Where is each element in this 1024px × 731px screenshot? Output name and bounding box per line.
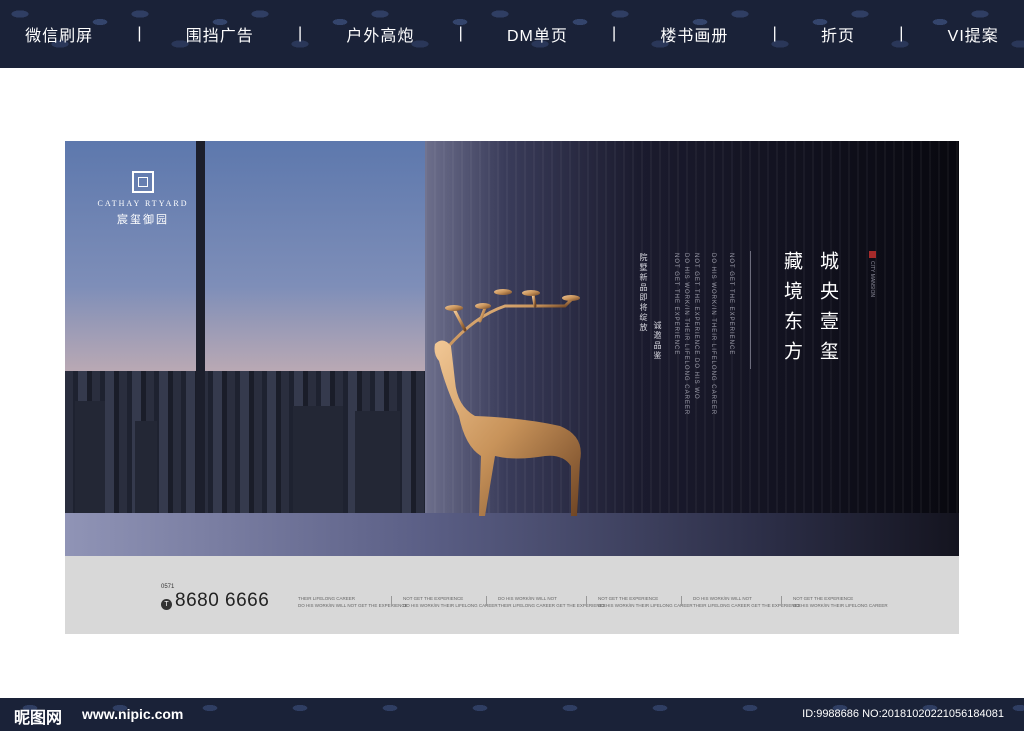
footer-divider bbox=[781, 596, 782, 606]
slogan-hidden-orient: 藏境东方 bbox=[781, 251, 803, 371]
vertical-copy-invitation: 诚邀品鉴 bbox=[653, 321, 662, 361]
footer-divider bbox=[486, 596, 487, 606]
site-brand[interactable]: 昵图网 bbox=[14, 704, 62, 728]
nav-item-brochure[interactable]: 楼书画册 bbox=[654, 22, 734, 46]
area-code: 0571 bbox=[161, 584, 175, 590]
slogan-city-center: 城央壹玺 bbox=[817, 251, 839, 371]
red-seal-icon bbox=[869, 251, 876, 258]
footer-slogan: NOT GET THE EXPERIENCE DO HIS WORK/IN THE… bbox=[403, 596, 498, 608]
nav-item-fold-page[interactable]: 折页 bbox=[815, 22, 861, 46]
nav-item-vi-proposal[interactable]: VI提案 bbox=[942, 22, 1005, 46]
nav-separator: | bbox=[297, 25, 303, 42]
footer-divider bbox=[391, 596, 392, 606]
window-frame bbox=[196, 141, 205, 556]
golden-deer-sculpture-icon bbox=[434, 289, 581, 516]
nav-separator: | bbox=[772, 25, 777, 42]
nav-separator: | bbox=[899, 25, 904, 42]
nav-separator: | bbox=[458, 25, 463, 42]
vertical-copy-new-villa: 院墅新品即将绽放 bbox=[639, 253, 648, 333]
vertical-english-copy: NOT GET THE EXPERIENCE bbox=[728, 253, 734, 356]
seal-caption: CITY MANSION bbox=[869, 261, 875, 298]
footer-divider bbox=[586, 596, 587, 606]
logo-chinese-name: 宸玺御园 bbox=[117, 213, 169, 226]
footer-slogan: NOT GET THE EXPERIENCE DO HIS WORK/IN THE… bbox=[598, 596, 693, 608]
nav-separator: | bbox=[137, 25, 142, 42]
phone-block: 0571 T 8680 6666 bbox=[161, 584, 269, 612]
contact-strip: 0571 T 8680 6666 THEIR LIFELONG CAREER DO… bbox=[65, 556, 959, 634]
vertical-english-copy: NOT GET THE EXPERIENCE DO HIS WO bbox=[693, 253, 699, 400]
logo-mark-icon bbox=[132, 171, 154, 193]
nav-separator: | bbox=[612, 25, 617, 42]
footer-slogan: DO HIS WORK/IN WILL NOT THEIR LIFELONG CA… bbox=[693, 596, 801, 608]
category-nav: 微信刷屏 | 围挡广告 | 户外高炮 | DM单页 | 楼书画册 | 折页 | … bbox=[0, 0, 1024, 68]
nav-item-outdoor-billboard[interactable]: 户外高炮 bbox=[340, 22, 420, 46]
real-estate-poster[interactable]: CATHAY RTYARD 宸玺御园 院墅新品即将绽放 诚邀品鉴 NOT GET… bbox=[65, 141, 959, 634]
footer-divider bbox=[681, 596, 682, 606]
nav-item-dm-flyer[interactable]: DM单页 bbox=[501, 22, 574, 46]
vertical-english-copy: DO HIS WORK/IN THEIR LIFELONG CAREER bbox=[710, 253, 716, 416]
phone-number[interactable]: 8680 6666 bbox=[175, 590, 269, 612]
watermark-footer: 昵图网 www.nipic.com ID:9988686 NO:20181020… bbox=[0, 698, 1024, 731]
top-navigation-bar: 微信刷屏 | 围挡广告 | 户外高炮 | DM单页 | 楼书画册 | 折页 | … bbox=[0, 0, 1024, 68]
site-url[interactable]: www.nipic.com bbox=[82, 706, 183, 722]
image-id-text: ID:9988686 NO:20181020221056184081 bbox=[802, 708, 1004, 720]
vertical-english-copy: NOT GET THE EXPERIENCE bbox=[673, 253, 679, 356]
divider-line bbox=[750, 251, 751, 369]
footer-slogan: NOT GET THE EXPERIENCE DO HIS WORK/IN THE… bbox=[793, 596, 888, 608]
nav-item-hoarding-ad[interactable]: 围挡广告 bbox=[180, 22, 260, 46]
phone-icon: T bbox=[161, 598, 172, 610]
logo-english-name: CATHAY RTYARD bbox=[97, 199, 189, 208]
footer-slogan: DO HIS WORK/IN WILL NOT THEIR LIFELONG CA… bbox=[498, 596, 606, 608]
nav-item-wechat-screen[interactable]: 微信刷屏 bbox=[19, 22, 99, 46]
brand-logo: CATHAY RTYARD 宸玺御园 bbox=[93, 171, 193, 227]
vertical-english-copy: DO HIS WORK/IN THEIR LIFELONG CAREER bbox=[683, 253, 689, 416]
